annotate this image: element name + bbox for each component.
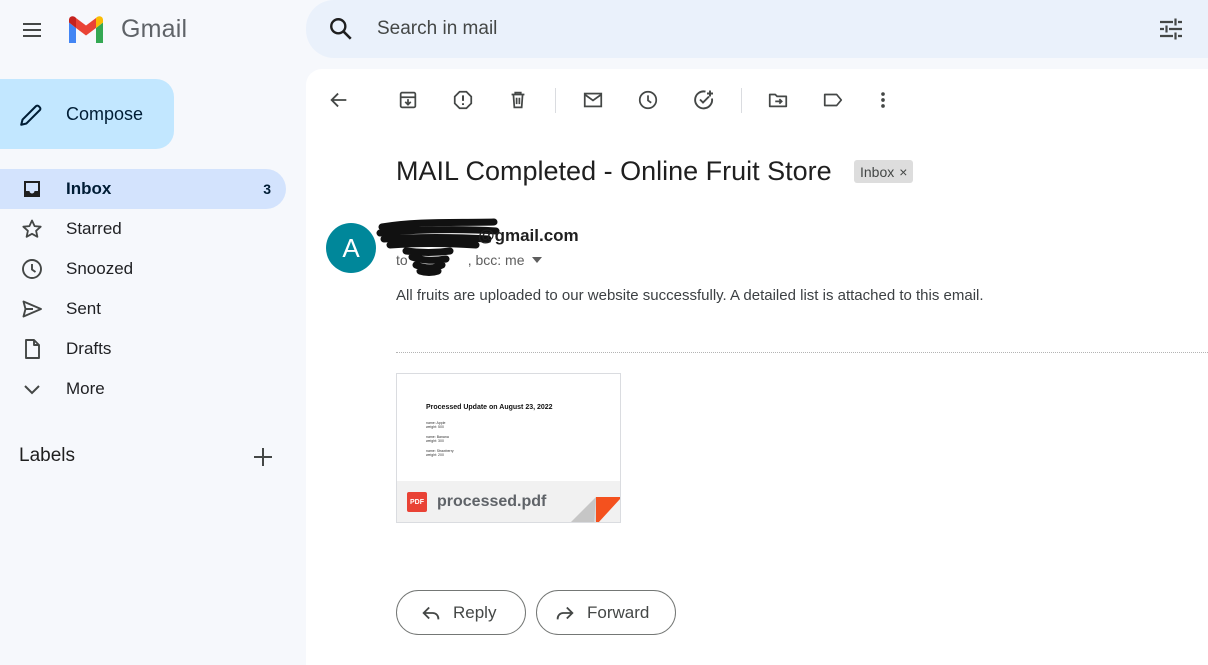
clock-icon	[22, 259, 42, 279]
sidebar-item-label: Starred	[66, 219, 122, 238]
remove-label-button[interactable]: ×	[899, 164, 907, 180]
add-to-tasks-button[interactable]	[691, 87, 717, 113]
hamburger-menu-icon	[23, 23, 41, 37]
attachment-filename: processed.pdf	[437, 493, 547, 510]
archive-button[interactable]	[395, 87, 421, 113]
back-button[interactable]	[326, 87, 352, 113]
recipients-bcc: , bcc: me	[467, 252, 525, 268]
sidebar-item-more[interactable]: More	[0, 369, 286, 409]
compose-label: Compose	[66, 104, 144, 124]
labels-heading: Labels	[19, 445, 75, 466]
sidebar-item-starred[interactable]: Starred	[0, 209, 286, 249]
search-options-button[interactable]	[1158, 17, 1184, 41]
sidebar-item-label: Drafts	[66, 339, 112, 358]
archive-icon	[399, 91, 417, 109]
tune-icon	[1160, 18, 1182, 40]
sidebar-item-label: More	[66, 379, 105, 398]
clock-icon	[638, 90, 658, 110]
star-icon	[22, 219, 42, 238]
forward-label: Forward	[587, 603, 650, 622]
search-bar[interactable]	[306, 0, 1208, 58]
pdf-icon: PDF	[407, 492, 427, 512]
inbox-icon	[24, 181, 40, 197]
sidebar-item-label: Snoozed	[66, 259, 134, 278]
preview-title: Processed Update on August 23, 2022	[426, 404, 553, 411]
reply-button[interactable]: Reply	[396, 590, 526, 635]
sidebar-item-sent[interactable]: Sent	[0, 289, 286, 329]
unread-count: 3	[263, 181, 271, 197]
recipients-to-prefix: to	[396, 252, 408, 268]
sidebar-item-label: Inbox	[66, 179, 112, 198]
snooze-button[interactable]	[635, 87, 661, 113]
forward-button[interactable]: Forward	[536, 590, 676, 635]
page-fold-icon	[571, 497, 620, 522]
chip-label: Inbox	[860, 163, 895, 180]
move-to-folder-icon	[768, 93, 788, 108]
pdf-attachment-card[interactable]: Processed Update on August 23, 2022 name…	[396, 373, 621, 523]
main-menu-button[interactable]	[12, 12, 52, 48]
recipients-line: to , bcc: me	[396, 252, 543, 268]
inbox-label-chip[interactable]: Inbox ×	[854, 160, 914, 183]
send-icon	[22, 300, 42, 318]
trash-icon	[511, 91, 525, 109]
delete-button[interactable]	[505, 87, 531, 113]
gmail-logo[interactable]: Gmail	[66, 14, 187, 44]
preview-line: weight: 200	[426, 453, 444, 457]
email-subject: MAIL Completed - Online Fruit Store	[396, 156, 832, 186]
caret-down-icon	[532, 257, 543, 263]
arrow-back-icon	[330, 92, 347, 108]
move-to-button[interactable]	[765, 87, 791, 113]
search-icon	[330, 18, 352, 40]
draft-icon	[25, 339, 40, 359]
gmail-m-icon	[69, 16, 103, 43]
label-icon	[823, 93, 843, 107]
sidebar-item-drafts[interactable]: Drafts	[0, 329, 286, 369]
sidebar-item-snoozed[interactable]: Snoozed	[0, 249, 286, 289]
report-icon	[453, 90, 473, 110]
app-name: Gmail	[121, 14, 188, 43]
more-options-button[interactable]	[870, 87, 896, 113]
sidebar-item-label: Sent	[66, 299, 101, 318]
message-view: MAIL Completed - Online Fruit Store Inbo…	[306, 69, 1208, 665]
plus-icon	[254, 448, 272, 466]
labels-button[interactable]	[820, 87, 846, 113]
mail-icon	[583, 92, 603, 108]
create-label-button[interactable]	[252, 446, 274, 468]
attachment-footer: PDF processed.pdf	[397, 481, 620, 522]
search-button[interactable]	[328, 16, 354, 42]
show-details-button[interactable]	[532, 257, 543, 263]
more-vert-icon	[881, 92, 885, 108]
preview-line: weight: 500	[426, 425, 444, 429]
compose-button[interactable]: Compose	[0, 79, 174, 149]
attachments-divider	[396, 352, 1208, 353]
sender-address: @gmail.com	[478, 226, 579, 245]
attachment-preview: Processed Update on August 23, 2022 name…	[397, 374, 620, 481]
preview-line: weight: 300	[426, 439, 444, 443]
email-body: All fruits are uploaded to our website s…	[396, 287, 984, 304]
avatar-letter: A	[342, 232, 360, 263]
toolbar-divider	[555, 88, 556, 113]
pencil-icon	[20, 104, 42, 126]
forward-icon	[556, 606, 574, 620]
sidebar-item-inbox[interactable]: Inbox 3	[0, 169, 286, 209]
search-input[interactable]	[377, 14, 1077, 44]
report-spam-button[interactable]	[450, 87, 476, 113]
add-task-icon	[694, 90, 714, 110]
sender-avatar[interactable]: A	[326, 223, 376, 273]
reply-label: Reply	[453, 603, 497, 622]
mark-unread-button[interactable]	[580, 87, 606, 113]
toolbar-divider	[741, 88, 742, 113]
reply-icon	[422, 606, 440, 620]
chevron-down-icon	[24, 385, 40, 395]
